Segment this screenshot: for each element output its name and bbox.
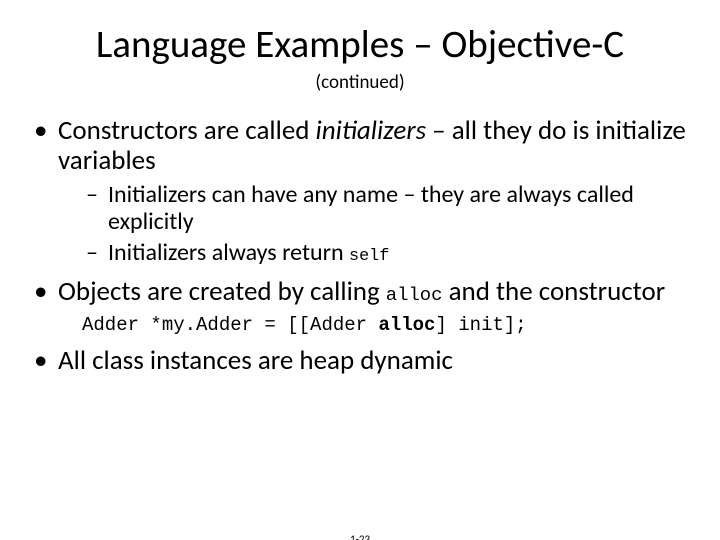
slide-subtitle: (continued) [0, 71, 720, 94]
bullet-1-text-b: initializers [316, 114, 427, 147]
bullet-2-text-c: and the constructor [442, 275, 665, 308]
bullet-1-sublist: Initializers can have any name – they ar… [86, 182, 686, 267]
slide-body: Constructors are called initializers – a… [34, 116, 686, 377]
code-c: ] init]; [435, 314, 526, 336]
code-b: alloc [378, 314, 435, 336]
bullet-1-sub-2-code: self [349, 247, 389, 266]
bullet-list: Constructors are called initializers – a… [34, 116, 686, 377]
bullet-2-text-a: Objects are created by calling [58, 275, 386, 308]
slide: Language Examples – Objective-C (continu… [0, 24, 720, 540]
bullet-2-code-line: Adder *my.Adder = [[Adder alloc] init]; [82, 315, 686, 336]
bullet-3: All class instances are heap dynamic [34, 346, 686, 376]
bullet-2-code-inline: alloc [386, 284, 443, 306]
bullet-1: Constructors are called initializers – a… [34, 116, 686, 267]
bullet-1-sub-2: Initializers always return self [86, 240, 686, 267]
page-number: 1-23 [0, 533, 720, 540]
bullet-1-sub-1: Initializers can have any name – they ar… [86, 182, 686, 236]
bullet-2: Objects are created by calling alloc and… [34, 277, 686, 337]
slide-title: Language Examples – Objective-C [40, 24, 680, 67]
bullet-1-sub-2-text-a: Initializers always return [108, 238, 349, 267]
code-a: Adder *my.Adder = [[Adder [82, 314, 378, 336]
bullet-1-text-a: Constructors are called [58, 114, 316, 147]
